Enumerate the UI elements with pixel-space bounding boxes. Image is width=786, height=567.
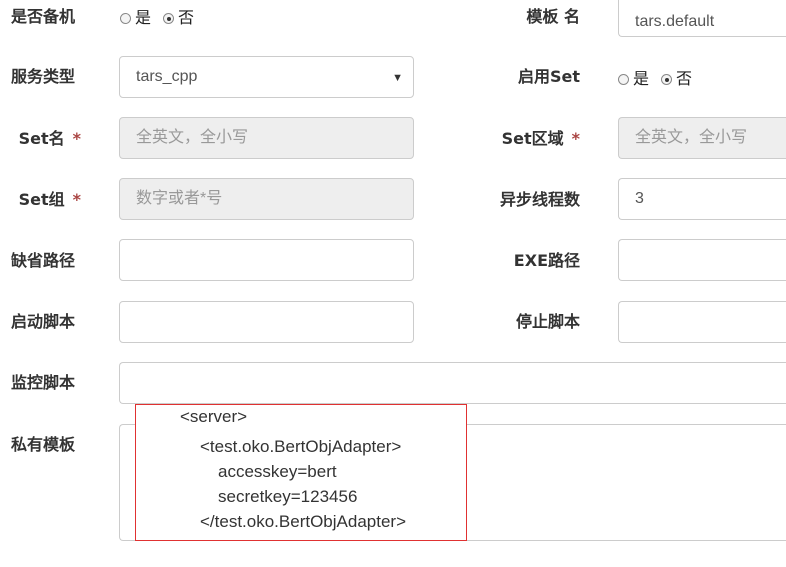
default-path-input[interactable] [119, 239, 414, 281]
service-type-select[interactable]: tars_cpp ▼ [119, 56, 414, 98]
required-mark: * [571, 129, 580, 148]
stop-script-input[interactable] [618, 301, 786, 343]
set-group-label: Set组 * [0, 190, 81, 210]
backup-yes-label[interactable]: 是 [135, 8, 151, 27]
enable-set-yes-radio[interactable] [618, 74, 629, 85]
async-threads-label: 异步线程数 [499, 190, 580, 209]
chevron-down-icon: ▼ [392, 72, 403, 84]
backup-label: 是否备机 [11, 7, 76, 26]
code-line: <test.oko.BertObjAdapter> [200, 437, 402, 456]
template-name-label: 模板 名 [526, 7, 580, 26]
monitor-script-input[interactable] [119, 362, 786, 404]
start-script-label: 启动脚本 [11, 312, 76, 331]
enable-set-yes-label[interactable]: 是 [633, 69, 649, 88]
backup-no-radio[interactable] [163, 13, 175, 24]
async-threads-input[interactable]: 3 [618, 178, 786, 220]
enable-set-radio-group: 是否 [618, 69, 704, 89]
enable-set-no-radio[interactable] [661, 74, 673, 85]
set-name-input[interactable]: 全英文，全小写 [119, 117, 414, 159]
template-name-field[interactable]: tars.default [618, 0, 786, 37]
set-group-label-text: Set组 [18, 190, 65, 209]
backup-yes-radio[interactable] [120, 13, 131, 24]
set-name-label-text: Set名 [18, 129, 65, 148]
backup-radio-group: 是否 [120, 8, 206, 28]
enable-set-no-label[interactable]: 否 [676, 69, 692, 88]
set-group-input[interactable]: 数字或者*号 [119, 178, 414, 220]
private-template-highlight: <server> <test.oko.BertObjAdapter> acces… [135, 404, 467, 541]
set-name-label: Set名 * [0, 129, 81, 149]
service-type-label: 服务类型 [11, 67, 76, 86]
start-script-input[interactable] [119, 301, 414, 343]
default-path-label: 缺省路径 [11, 251, 76, 270]
private-template-label: 私有模板 [11, 435, 76, 454]
required-mark: * [72, 129, 81, 148]
code-line: accesskey=bert [218, 462, 337, 481]
stop-script-label: 停止脚本 [515, 312, 580, 331]
code-line: secretkey=123456 [218, 487, 358, 506]
code-line: <server> [180, 407, 248, 426]
set-area-input[interactable]: 全英文，全小写 [618, 117, 786, 159]
exe-path-label: EXE路径 [513, 251, 580, 270]
required-mark: * [72, 190, 81, 209]
backup-no-label[interactable]: 否 [178, 8, 194, 27]
service-type-value: tars_cpp [136, 68, 198, 85]
code-line: </test.oko.BertObjAdapter> [200, 512, 407, 531]
exe-path-input[interactable] [618, 239, 786, 281]
set-area-label: Set区域 * [460, 129, 580, 149]
set-area-label-text: Set区域 [501, 129, 564, 148]
enable-set-label: 启用Set [517, 67, 580, 86]
monitor-script-label: 监控脚本 [11, 373, 76, 392]
